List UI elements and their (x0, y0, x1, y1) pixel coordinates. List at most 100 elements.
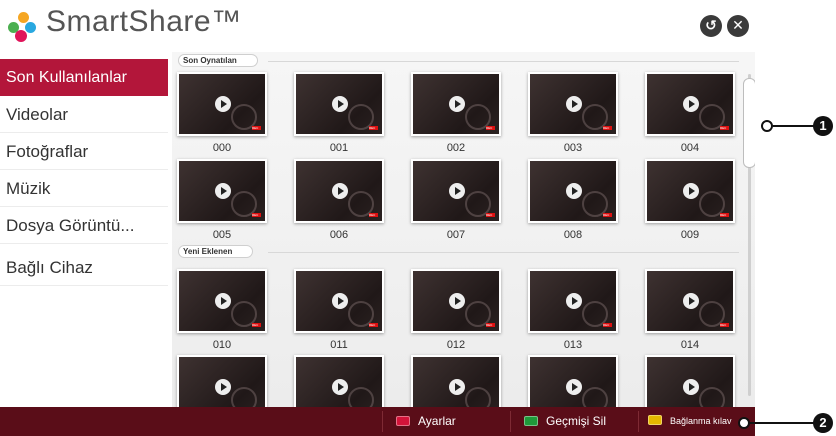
smartshare-logo-icon (8, 12, 38, 42)
thumbnail-caption: 004 (680, 142, 700, 154)
video-thumbnail[interactable]: REC 007 (411, 159, 501, 241)
scrollbar-thumb[interactable] (743, 78, 755, 168)
callout-1-badge: 1 (813, 116, 833, 136)
thumbnail-frame: REC (177, 159, 267, 223)
rec-badge: REC (720, 126, 729, 130)
play-icon (332, 96, 348, 112)
rec-badge: REC (486, 323, 495, 327)
play-icon (449, 96, 465, 112)
red-key-icon (396, 416, 410, 426)
thumbnail-frame: REC (411, 269, 501, 333)
thumbnail-caption: 005 (212, 229, 232, 241)
clear-history-button[interactable]: Geçmişi Sil (524, 407, 606, 436)
thumbnail-caption: 007 (446, 229, 466, 241)
thumbnail-frame: REC (294, 269, 384, 333)
video-thumbnail[interactable]: REC 003 (528, 72, 618, 154)
thumbnail-frame (645, 355, 735, 407)
footer-divider (510, 411, 511, 432)
play-icon (566, 96, 582, 112)
film-reel-icon (699, 387, 725, 407)
thumbnail-frame (294, 355, 384, 407)
settings-button[interactable]: Ayarlar (396, 407, 456, 436)
connection-guide-button[interactable]: Bağlanma kılav (648, 407, 732, 436)
thumbnail-caption: 006 (329, 229, 349, 241)
thumbnail-frame: REC (294, 159, 384, 223)
thumbnail-frame: REC (645, 269, 735, 333)
video-thumbnail[interactable]: REC 014 (645, 269, 735, 351)
thumbnail-frame: REC (411, 159, 501, 223)
thumbnail-frame: REC (528, 159, 618, 223)
thumbnail-frame: REC (528, 269, 618, 333)
close-button[interactable]: ✕ (727, 15, 749, 37)
thumbnail-frame: REC (528, 72, 618, 136)
play-icon (683, 379, 699, 395)
video-thumbnail[interactable] (411, 355, 501, 407)
play-icon (332, 293, 348, 309)
back-button[interactable]: ↺ (700, 15, 722, 37)
app-header: SmartShare™ ↺ ✕ (0, 0, 755, 52)
thumbnail-caption: 000 (212, 142, 232, 154)
rec-badge: REC (603, 126, 612, 130)
sidebar-item-recent[interactable]: Son Kullanılanlar (0, 59, 168, 96)
thumbnail-caption: 001 (329, 142, 349, 154)
sidebar-item-connected-device[interactable]: Bağlı Cihaz (0, 249, 168, 286)
play-icon (566, 183, 582, 199)
thumbnail-frame: REC (411, 72, 501, 136)
video-thumbnail[interactable]: REC 013 (528, 269, 618, 351)
section-label-newly-added: Yeni Eklenen (178, 245, 254, 258)
sidebar-item-file-viewer[interactable]: Dosya Görüntü... (0, 207, 168, 244)
video-thumbnail[interactable]: REC 004 (645, 72, 735, 154)
video-thumbnail[interactable]: REC 005 (177, 159, 267, 241)
section-divider (268, 252, 739, 253)
rec-badge: REC (252, 126, 261, 130)
play-icon (215, 379, 231, 395)
video-thumbnail[interactable] (294, 355, 384, 407)
sidebar-item-label: Müzik (6, 179, 51, 198)
smartshare-screen: SmartShare™ ↺ ✕ Son Kullanılanlar Videol… (0, 0, 755, 436)
footer-bar: Ayarlar Geçmişi Sil Bağlanma kılav (0, 407, 755, 436)
video-thumbnail[interactable]: REC 000 (177, 72, 267, 154)
play-icon (215, 183, 231, 199)
video-thumbnail[interactable]: REC 009 (645, 159, 735, 241)
sidebar-item-music[interactable]: Müzik (0, 170, 168, 207)
play-icon (566, 293, 582, 309)
video-thumbnail[interactable] (645, 355, 735, 407)
thumbnail-caption: 002 (446, 142, 466, 154)
thumbnail-frame (411, 355, 501, 407)
play-icon (449, 293, 465, 309)
thumbnail-caption: 014 (680, 339, 700, 351)
video-thumbnail[interactable] (177, 355, 267, 407)
thumbnail-frame (177, 355, 267, 407)
rec-badge: REC (720, 323, 729, 327)
video-thumbnail[interactable]: REC 012 (411, 269, 501, 351)
video-thumbnail[interactable] (528, 355, 618, 407)
video-thumbnail[interactable]: REC 010 (177, 269, 267, 351)
video-thumbnail[interactable]: REC 011 (294, 269, 384, 351)
rec-badge: REC (369, 126, 378, 130)
sidebar-item-label: Son Kullanılanlar (6, 69, 127, 86)
sidebar-item-photos[interactable]: Fotoğraflar (0, 133, 168, 170)
thumbnail-frame (528, 355, 618, 407)
close-icon: ✕ (732, 18, 744, 34)
rec-badge: REC (369, 323, 378, 327)
thumbnail-caption: 009 (680, 229, 700, 241)
film-reel-icon (465, 387, 491, 407)
footer-divider (638, 411, 639, 432)
thumbnail-caption: 010 (212, 339, 232, 351)
video-thumbnail[interactable]: REC 002 (411, 72, 501, 154)
play-icon (215, 96, 231, 112)
play-icon (683, 293, 699, 309)
section-label-recently-played: Son Oynatılan (178, 54, 258, 67)
rec-badge: REC (252, 213, 261, 217)
settings-label: Ayarlar (418, 414, 456, 428)
rec-badge: REC (720, 213, 729, 217)
video-thumbnail[interactable]: REC 006 (294, 159, 384, 241)
sidebar-item-videos[interactable]: Videolar (0, 96, 168, 133)
callout-1-line (773, 125, 815, 127)
section-divider (268, 61, 739, 62)
back-icon: ↺ (705, 18, 717, 34)
film-reel-icon (231, 387, 257, 407)
video-thumbnail[interactable]: REC 008 (528, 159, 618, 241)
video-thumbnail[interactable]: REC 001 (294, 72, 384, 154)
play-icon (683, 96, 699, 112)
